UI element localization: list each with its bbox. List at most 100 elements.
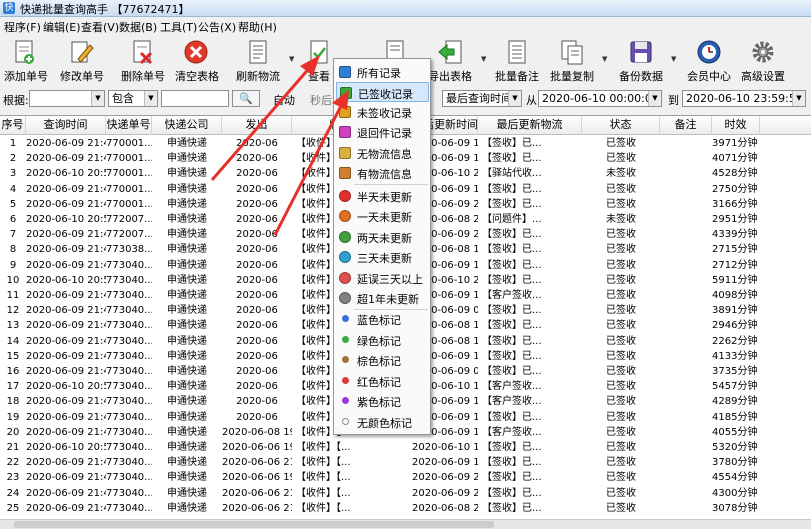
menu-tools[interactable]: 工具(T) [160, 19, 197, 35]
menu-view[interactable]: 查看(V) [81, 19, 119, 35]
table-cell: 772007... [106, 214, 152, 225]
menu-program[interactable]: 程序(F) [4, 19, 41, 35]
menu-item-half-day[interactable]: 半天未更新 [336, 186, 429, 206]
table-cell [660, 501, 712, 516]
menu-item-has-logistics[interactable]: 有物流信息 [336, 163, 429, 183]
menu-item-purple-mark[interactable]: 紫色标记 [336, 391, 429, 411]
edit-number-button[interactable]: 修改单号 [60, 37, 104, 83]
menu-item-all-records[interactable]: 所有记录 [336, 62, 429, 82]
filter-keyword-input[interactable] [161, 90, 229, 107]
menu-item-no-color-mark[interactable]: 无颜色标记 [336, 412, 429, 432]
calendar-dropdown-icon: ▼ [648, 91, 661, 106]
table-cell: 【签收】已... [482, 366, 542, 377]
view-button[interactable]: 查看 [304, 37, 334, 83]
table-row[interactable]: 23 2020-06-09 21:40:10773040... 申通快递 2020-0… [0, 470, 811, 485]
refresh-dropdown-arrow-icon[interactable]: ▼ [289, 55, 294, 63]
column-header[interactable]: 查询时间 [26, 116, 106, 135]
menu-item-green-mark[interactable]: 绿色标记 [336, 330, 429, 350]
menu-item-returned-records[interactable]: 退回件记录 [336, 122, 429, 142]
menu-item-two-days[interactable]: 两天未更新 [336, 227, 429, 247]
chevron-down-icon: ▼ [144, 91, 157, 106]
copy-documents-icon [561, 40, 583, 65]
column-header[interactable]: 状态 [582, 116, 660, 135]
column-header[interactable]: 发出 [222, 116, 292, 135]
table-cell: 3735分钟 [712, 366, 758, 377]
table-cell: 申通快递 [167, 381, 207, 393]
copy-dropdown-arrow-icon[interactable]: ▼ [602, 55, 607, 63]
column-header[interactable]: 时效 [712, 116, 760, 135]
table-cell: 【签收】已... [482, 350, 542, 362]
menu-edit[interactable]: 编辑(E) [43, 19, 81, 35]
menu-item-brown-mark[interactable]: 棕色标记 [336, 350, 429, 370]
horizontal-scrollbar[interactable] [0, 519, 811, 529]
search-button[interactable]: 🔍 [232, 90, 260, 107]
menu-item-over-year[interactable]: 超1年未更新 [336, 288, 429, 308]
auto-button[interactable]: 自动 [273, 92, 295, 108]
export-dropdown-arrow-icon[interactable]: ▼ [481, 55, 486, 63]
delete-number-button[interactable]: 删除单号 [121, 37, 165, 83]
table-cell: 770001... [106, 138, 152, 149]
menu-item-red-mark[interactable]: 红色标记 [336, 371, 429, 391]
menu-notice[interactable]: 公告(X) [198, 19, 236, 35]
table-row[interactable]: 24 2020-06-09 21:40:08773040... 申通快递 2020-0… [0, 486, 811, 501]
table-cell: 2020-06 [236, 335, 278, 347]
menu-item-one-day[interactable]: 一天未更新 [336, 206, 429, 226]
table-cell: 【签收】已... [482, 457, 542, 469]
table-row[interactable]: 21 2020-06-10 20:57:28773040... 申通快递 2020-0… [0, 440, 811, 455]
table-cell: 已签收 [606, 198, 636, 210]
table-cell: 申通快递 [167, 244, 207, 256]
batch-remark-button[interactable]: 批量备注 [494, 37, 540, 83]
no-color-mark-icon [342, 418, 349, 425]
filter-field-select[interactable]: ▼ [29, 90, 105, 107]
column-header[interactable]: 最后更新物流 [478, 116, 582, 135]
clear-table-button[interactable]: 清空表格 [175, 37, 219, 83]
column-header[interactable]: 备注 [660, 116, 712, 135]
table-cell: 2020-06-09 21:40:29 [26, 138, 106, 149]
menu-item-signed-records[interactable]: 已签收记录 [336, 82, 429, 102]
menu-item-no-logistics[interactable]: 无物流信息 [336, 143, 429, 163]
menu-item-label: 半天未更新 [357, 191, 412, 204]
table-cell [660, 394, 712, 409]
filter-match-select[interactable]: 包含 ▼ [108, 90, 158, 107]
refresh-logistics-button[interactable]: 刷新物流 [236, 37, 280, 83]
column-header[interactable]: 快递单号 [106, 116, 152, 135]
table-row[interactable]: 25 2020-06-09 21:40:08773040... 申通快递 2020-0… [0, 501, 811, 516]
table-cell: 2020-06-10 20:57:28 [26, 442, 106, 453]
scroll-thumb[interactable] [14, 521, 494, 528]
table-cell: 2020-06-09 21:40:23 [26, 244, 106, 256]
table-cell [660, 470, 712, 485]
menu-item-unsigned-records[interactable]: 未签收记录 [336, 102, 429, 122]
advanced-settings-button[interactable]: 高级设置 [740, 37, 786, 83]
red-mark-icon [342, 377, 349, 384]
menu-data[interactable]: 数据(B) [119, 19, 157, 35]
export-table-button[interactable]: 导出表格 [428, 37, 472, 83]
to-datetime-picker[interactable]: 2020-06-10 23:59:59 ▼ [682, 90, 806, 107]
menu-item-label: 退回件记录 [357, 127, 412, 140]
table-cell: 773040... [106, 290, 152, 301]
export-green-arrow-icon [438, 40, 462, 64]
table-cell: 2020-06-09 21:40:20 [26, 305, 106, 317]
column-header[interactable]: 序号 [0, 116, 26, 135]
time-field-select[interactable]: 最后查询时间 ▼ [442, 90, 522, 107]
add-number-button[interactable]: 添加单号 [4, 37, 48, 83]
from-datetime-picker[interactable]: 2020-06-10 00:00:00 ▼ [538, 90, 662, 107]
table-cell: 3891分钟 [712, 305, 758, 317]
two-days-icon [339, 231, 351, 243]
table-cell: 【签收】已... [482, 502, 542, 514]
backup-dropdown-arrow-icon[interactable]: ▼ [671, 55, 676, 63]
member-center-button[interactable]: 会员中心 [686, 37, 732, 83]
menu-item-delayed[interactable]: 延误三天以上 [336, 268, 429, 288]
backup-data-button[interactable]: 备份数据 [618, 37, 664, 83]
table-cell [660, 151, 712, 166]
table-cell: 申通快递 [167, 290, 207, 301]
menu-help[interactable]: 帮助(H) [238, 19, 277, 35]
table-cell: 2715分钟 [712, 244, 758, 256]
table-cell: 2020-06 [236, 214, 278, 225]
table-cell: 2020-06-09 21:40:08 [26, 502, 106, 514]
menu-item-blue-mark[interactable]: 蓝色标记 [336, 309, 429, 329]
table-row[interactable]: 22 2020-06-09 21:40:10773040... 申通快递 2020-0… [0, 455, 811, 470]
menu-item-three-days[interactable]: 三天未更新 [336, 247, 429, 267]
column-header[interactable]: 快递公司 [152, 116, 222, 135]
batch-copy-button[interactable]: 批量复制 [549, 37, 595, 83]
table-cell: 773040... [106, 274, 152, 286]
